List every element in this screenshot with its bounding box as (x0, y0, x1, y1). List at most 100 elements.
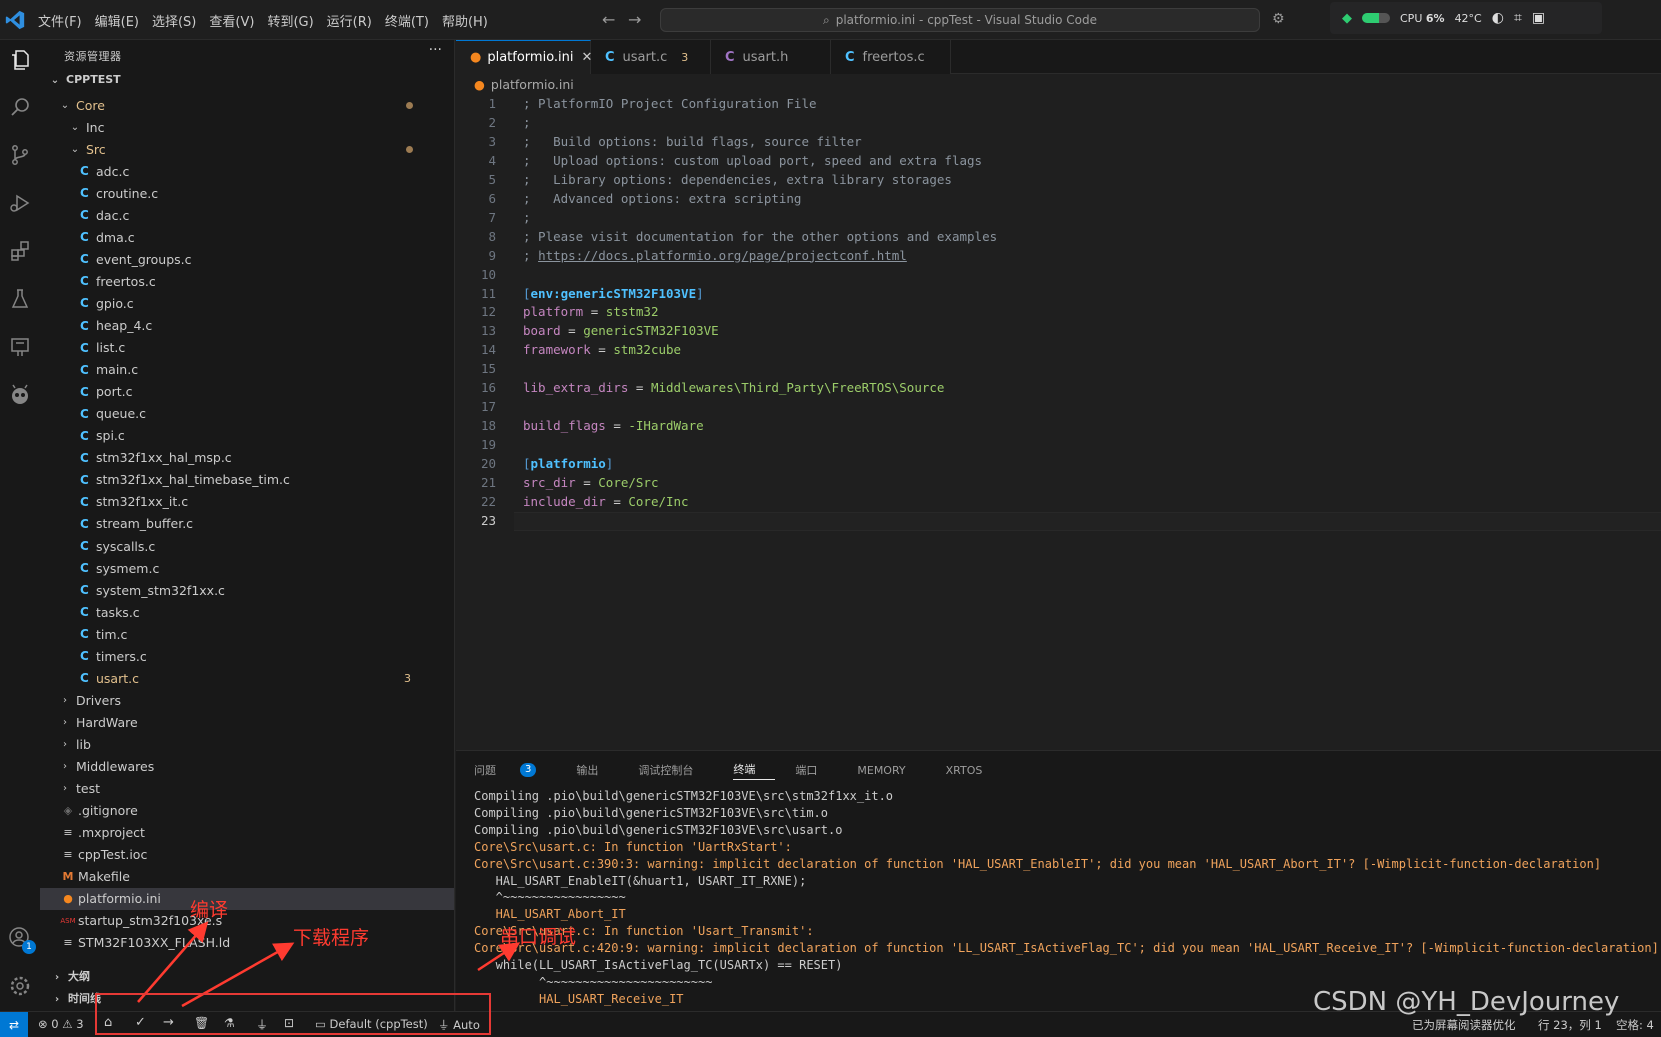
file-item[interactable]: ● platformio.ini (40, 887, 454, 910)
forward-arrow-icon[interactable]: → (628, 10, 641, 29)
command-center[interactable]: ⌕ platformio.ini - cppTest - Visual Stud… (660, 8, 1260, 32)
panel-tab[interactable]: 输出 (576, 762, 618, 778)
menu-item[interactable]: 终端(T) (385, 11, 429, 30)
panel-tab[interactable]: MEMORY (857, 764, 925, 777)
pio-build-icon[interactable]: ✓ (135, 1015, 146, 1030)
tab-usart-c[interactable]: Cusart.c 3 (591, 40, 711, 74)
code-line[interactable]: build_flags = -IHardWare (523, 418, 704, 433)
menu-item[interactable]: 转到(G) (267, 11, 313, 30)
account-icon[interactable]: 1 (0, 918, 40, 958)
pio-serial-monitor-icon[interactable]: ⏚ (256, 1016, 268, 1033)
back-arrow-icon[interactable]: ← (602, 10, 615, 29)
code-line[interactable]: platform = ststm32 (523, 304, 658, 319)
file-item[interactable]: Ctimers.c (40, 645, 454, 667)
pio-env-selector[interactable]: ▭ Default (cppTest) (315, 1017, 428, 1031)
file-item[interactable]: Cfreertos.c (40, 270, 454, 292)
panel-tab[interactable]: 调试控制台 (638, 762, 713, 778)
file-item[interactable]: ≡ cppTest.ioc (40, 844, 454, 866)
file-item[interactable]: Cdac.c (40, 204, 454, 226)
file-item[interactable]: Cadc.c (40, 160, 454, 182)
file-item[interactable]: M Makefile (40, 866, 454, 888)
extensions-icon[interactable] (0, 231, 40, 271)
file-item[interactable]: ASM startup_stm32f103xe.s (40, 910, 454, 932)
code-line[interactable]: ; (523, 210, 531, 225)
file-item[interactable]: Cheap_4.c (40, 315, 454, 337)
file-item[interactable]: Cgpio.c (40, 292, 454, 314)
file-item[interactable]: Cstm32f1xx_it.c (40, 491, 454, 513)
file-item[interactable]: Ctim.c (40, 623, 454, 645)
menu-item[interactable]: 选择(S) (152, 11, 196, 30)
screen-reader-status[interactable]: 已为屏幕阅读器优化 (1412, 1017, 1516, 1033)
panel-tab[interactable]: 问题 3 (474, 762, 556, 778)
file-item[interactable]: Cevent_groups.c (40, 248, 454, 270)
timeline-section[interactable]: › 时间线 (50, 990, 101, 1006)
folder-item[interactable]: › HardWare (40, 711, 454, 733)
copilot-icon[interactable]: ⚙ (1272, 11, 1285, 27)
code-line[interactable]: ; https://docs.platformio.org/page/proje… (523, 248, 907, 263)
code-line[interactable]: framework = stm32cube (523, 342, 681, 357)
file-item[interactable]: ◈ .gitignore (40, 800, 454, 822)
search-icon[interactable] (0, 87, 40, 127)
workspace-root[interactable]: ⌄ CPPTEST (48, 73, 121, 86)
outline-section[interactable]: › 大纲 (50, 968, 90, 984)
code-line[interactable]: [platformio] (523, 456, 613, 471)
file-item[interactable]: Csyscalls.c (40, 535, 454, 557)
file-item[interactable]: Csysmem.c (40, 557, 454, 579)
indentation-status[interactable]: 空格: 4 (1616, 1017, 1654, 1033)
file-item[interactable]: ≡ STM32F103XX_FLASH.ld (40, 932, 454, 954)
code-line[interactable]: include_dir = Core/Inc (523, 494, 689, 509)
code-line[interactable]: ; Upload options: custom upload port, sp… (523, 153, 982, 168)
code-line[interactable]: src_dir = Core/Src (523, 475, 658, 490)
file-item[interactable]: Ccroutine.c (40, 182, 454, 204)
code-line[interactable]: ; Library options: dependencies, extra l… (523, 172, 952, 187)
folder-item[interactable]: ⌄ Core (40, 94, 454, 116)
pio-clean-icon[interactable]: 🗑 (194, 1016, 209, 1030)
folder-item[interactable]: › lib (40, 733, 454, 755)
file-item[interactable]: Cstream_buffer.c (40, 513, 454, 535)
menu-item[interactable]: 编辑(E) (95, 11, 139, 30)
menu-item[interactable]: 运行(R) (327, 11, 372, 30)
pio-test-icon[interactable]: ⚗ (224, 1016, 235, 1030)
tab-freertos-c[interactable]: Cfreertos.c (831, 40, 951, 74)
code-line[interactable]: board = genericSTM32F103VE (523, 323, 719, 338)
source-control-icon[interactable] (0, 135, 40, 175)
testing-icon[interactable] (0, 279, 40, 319)
tab-usart-h[interactable]: Cusart.h (711, 40, 831, 74)
menu-item[interactable]: 帮助(H) (442, 11, 488, 30)
problems-status[interactable]: ⊗ 0 ⚠ 3 (38, 1017, 84, 1031)
file-item[interactable]: Cport.c (40, 381, 454, 403)
remote-explorer-icon[interactable] (0, 327, 40, 367)
screenshot-icon[interactable]: ▣ (1532, 10, 1545, 26)
more-actions-icon[interactable]: ··· (429, 42, 442, 58)
pio-upload-icon[interactable]: → (163, 1015, 174, 1030)
code-line[interactable]: [env:genericSTM32F103VE] (523, 286, 704, 301)
file-item[interactable]: Cmain.c (40, 359, 454, 381)
file-item[interactable]: ≡ .mxproject (40, 822, 454, 844)
panel-tab[interactable]: XRTOS (946, 764, 1003, 777)
menu-item[interactable]: 文件(F) (38, 11, 82, 30)
code-line[interactable]: ; (523, 115, 531, 130)
sync-icon[interactable]: ◐ (1492, 10, 1504, 26)
file-item[interactable]: Cdma.c (40, 226, 454, 248)
code-line[interactable]: lib_extra_dirs = Middlewares\Third_Party… (523, 380, 944, 395)
tab-platformio-ini[interactable]: ● platformio.ini ✕ (456, 40, 592, 74)
remote-indicator-icon[interactable]: ⇄ (0, 1012, 28, 1037)
file-item[interactable]: Clist.c (40, 337, 454, 359)
breadcrumb[interactable]: ● platformio.ini (474, 74, 574, 94)
file-item[interactable]: Cqueue.c (40, 403, 454, 425)
crop-icon[interactable]: ⌗ (1514, 10, 1522, 26)
file-item[interactable]: Cspi.c (40, 425, 454, 447)
run-debug-icon[interactable] (0, 183, 40, 223)
code-line[interactable]: ; Build options: build flags, source fil… (523, 134, 862, 149)
folder-item[interactable]: ⌄ Src (40, 138, 454, 160)
cursor-position[interactable]: 行 23，列 1 (1538, 1017, 1602, 1033)
file-item[interactable]: Cusart.c 3 (40, 667, 454, 689)
file-item[interactable]: Csystem_stm32f1xx.c (40, 579, 454, 601)
panel-tab[interactable]: 终端 (733, 761, 776, 780)
folder-item[interactable]: › Drivers (40, 689, 454, 711)
settings-gear-icon[interactable] (0, 966, 40, 1006)
code-line[interactable]: ; Please visit documentation for the oth… (523, 229, 997, 244)
panel-tab[interactable]: 端口 (795, 762, 837, 778)
folder-item[interactable]: › test (40, 778, 454, 800)
explorer-icon[interactable] (0, 40, 40, 80)
